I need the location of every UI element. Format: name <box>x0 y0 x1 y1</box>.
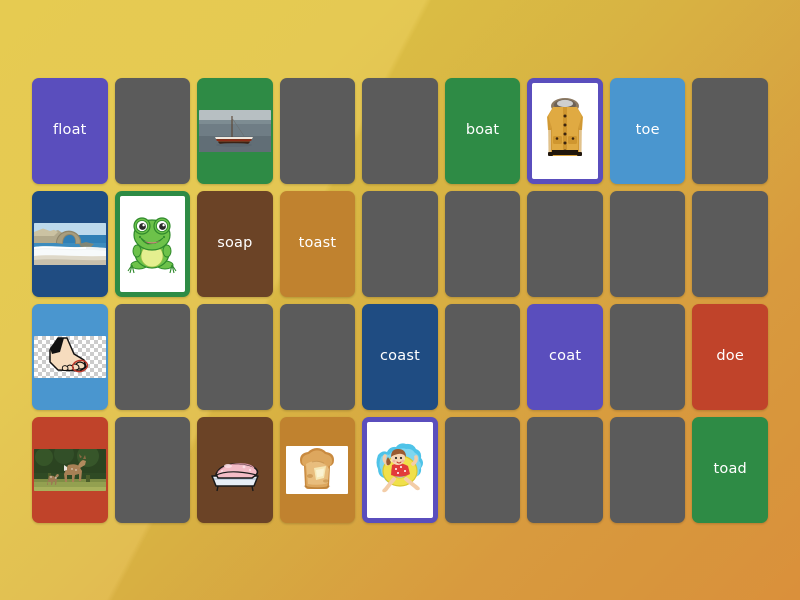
card-label: toe <box>635 122 660 139</box>
frog-illustration <box>119 196 186 292</box>
card-blank[interactable] <box>279 78 356 184</box>
card-label: toast <box>298 235 337 252</box>
svg-text:soapdish: soapdish <box>228 487 241 491</box>
card-picture[interactable] <box>32 191 108 297</box>
boat-photo <box>198 110 271 152</box>
card-label: coat <box>548 348 582 365</box>
card-blank[interactable] <box>362 78 438 184</box>
card-picture[interactable] <box>197 78 273 184</box>
card-blank[interactable] <box>527 191 603 297</box>
card-picture[interactable] <box>32 417 108 523</box>
card-word[interactable]: coat <box>527 304 603 410</box>
card-blank[interactable] <box>609 191 686 297</box>
card-blank[interactable] <box>114 304 191 410</box>
doe-photo <box>33 449 106 491</box>
card-blank[interactable] <box>114 78 191 184</box>
card-label: toad <box>713 461 747 478</box>
card-blank[interactable] <box>197 304 273 410</box>
card-picture[interactable]: soapdish <box>197 417 273 523</box>
card-label: coast <box>380 348 420 365</box>
toe-illustration <box>33 336 106 378</box>
card-picture[interactable] <box>279 417 356 523</box>
card-blank[interactable] <box>444 191 521 297</box>
card-blank[interactable] <box>692 191 768 297</box>
card-blank[interactable] <box>362 191 438 297</box>
card-blank[interactable] <box>609 417 686 523</box>
card-blank[interactable] <box>609 304 686 410</box>
card-blank[interactable] <box>527 417 603 523</box>
card-label: soap <box>217 235 253 252</box>
card-word[interactable]: toe <box>609 78 686 184</box>
card-blank[interactable] <box>692 78 768 184</box>
card-word[interactable]: boat <box>444 78 521 184</box>
card-label: float <box>52 122 87 139</box>
card-label: doe <box>716 348 745 365</box>
card-blank[interactable] <box>279 304 356 410</box>
card-blank[interactable] <box>444 417 521 523</box>
card-word[interactable]: toast <box>279 191 356 297</box>
soap-illustration: soapdish <box>204 446 266 494</box>
card-picture[interactable] <box>32 304 108 410</box>
card-grid: float boat toe soap toast coast coat doe… <box>32 78 768 523</box>
card-word[interactable]: float <box>32 78 108 184</box>
toast-photo <box>286 446 349 494</box>
card-blank[interactable] <box>114 417 191 523</box>
card-picture[interactable] <box>362 417 438 523</box>
card-picture[interactable] <box>114 191 191 297</box>
coast-photo <box>33 223 106 265</box>
card-word[interactable]: coast <box>362 304 438 410</box>
float-illustration <box>367 422 433 518</box>
coat-illustration <box>532 83 598 179</box>
card-picture[interactable] <box>527 78 603 184</box>
card-word[interactable]: soap <box>197 191 273 297</box>
card-word[interactable]: doe <box>692 304 768 410</box>
card-word[interactable]: toad <box>692 417 768 523</box>
card-label: boat <box>465 122 500 139</box>
card-blank[interactable] <box>444 304 521 410</box>
